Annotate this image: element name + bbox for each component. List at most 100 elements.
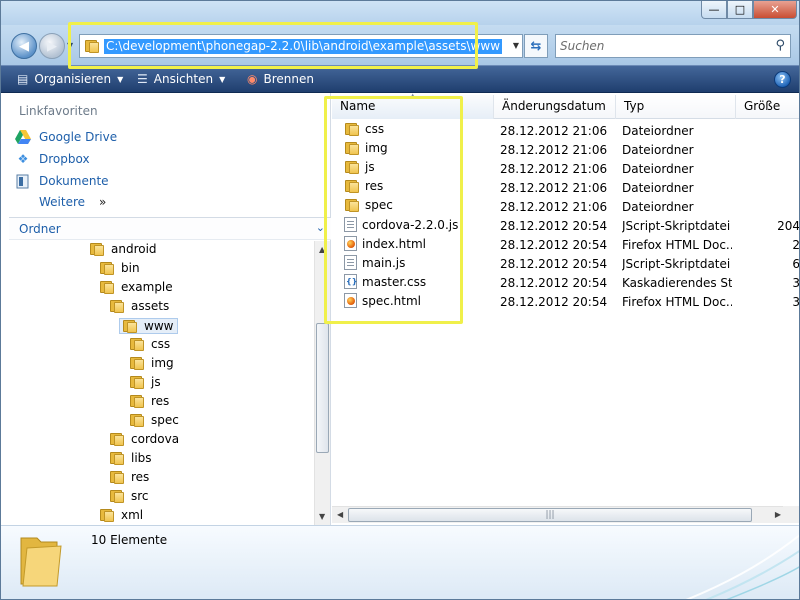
file-date: 28.12.2012 21:06 — [500, 181, 608, 195]
favorite-label: Dokumente — [39, 174, 109, 188]
folders-header[interactable]: Ordner ⌄ — [9, 217, 331, 240]
file-row[interactable]: js 28.12.2012 21:06 Dateiordner — [332, 159, 799, 178]
tree-folder-www[interactable]: www — [119, 318, 179, 334]
search-input[interactable]: Suchen ⚲ — [555, 34, 791, 58]
scroll-up-icon[interactable]: ▲ — [319, 245, 325, 254]
recent-pages-dropdown[interactable]: ▼ — [67, 41, 73, 50]
file-row[interactable]: css 28.12.2012 21:06 Dateiordner — [332, 121, 799, 140]
file-name-cell: css — [344, 122, 494, 136]
tree-folder-label: res — [131, 470, 150, 484]
tree-folder-src[interactable]: src — [109, 489, 149, 503]
tree-folder-img[interactable]: img — [129, 356, 174, 370]
tree-folder-example[interactable]: example — [99, 280, 173, 294]
list-scroll-thumb[interactable]: ||| — [348, 508, 752, 522]
maximize-button[interactable]: □ — [727, 1, 753, 19]
tree-folder-bin[interactable]: bin — [99, 261, 140, 275]
refresh-button[interactable]: ⇆ — [524, 34, 548, 58]
column-size-label: Größe — [744, 99, 781, 113]
tree-folder-label: css — [151, 337, 171, 351]
js-file-icon — [344, 217, 357, 232]
file-name-cell: res — [344, 179, 494, 193]
title-bar: — □ ✕ — [1, 1, 799, 25]
tree-folder-res[interactable]: res — [109, 470, 149, 484]
search-icon[interactable]: ⚲ — [775, 38, 785, 53]
grip-icon: ||| — [545, 510, 555, 520]
file-date: 28.12.2012 20:54 — [500, 219, 608, 233]
file-type: JScript-Skriptdatei — [622, 219, 731, 233]
address-dropdown-icon[interactable]: ▼ — [513, 41, 519, 50]
file-name-cell: main.js — [344, 255, 494, 270]
file-row[interactable]: img 28.12.2012 21:06 Dateiordner — [332, 140, 799, 159]
folder-icon — [109, 432, 125, 446]
tree-folder-js[interactable]: js — [129, 375, 161, 389]
tree-scrollbar[interactable]: ▲ ▼ — [314, 241, 330, 525]
scroll-down-icon[interactable]: ▼ — [319, 512, 325, 521]
dropbox-icon: ❖ — [17, 152, 29, 166]
back-button[interactable]: ◀ — [11, 33, 37, 59]
list-horizontal-scrollbar[interactable]: ◀ ||| ▶ — [332, 506, 786, 523]
tree-folder-label: xml — [121, 508, 144, 522]
folder-icon — [344, 122, 360, 136]
close-button[interactable]: ✕ — [753, 1, 797, 19]
file-row[interactable]: spec 28.12.2012 21:06 Dateiordner — [332, 197, 799, 216]
tree-folder-xml[interactable]: xml — [99, 508, 143, 522]
address-path[interactable]: C:\development\phonegap-2.2.0\lib\androi… — [104, 39, 503, 54]
file-date: 28.12.2012 20:54 — [500, 276, 608, 290]
help-button[interactable]: ? — [774, 71, 791, 88]
file-row[interactable]: index.html 28.12.2012 20:54 Firefox HTML D… — [332, 235, 800, 254]
tree-folder-res[interactable]: res — [129, 394, 169, 408]
tree-scroll-thumb[interactable] — [316, 323, 329, 453]
command-bar: ▤ Organisieren ▼ ☰ Ansichten ▼ ◉ Brennen… — [1, 65, 799, 93]
file-name: index.html — [362, 236, 426, 251]
column-name-header[interactable]: Name ▲ — [332, 93, 494, 119]
close-icon: ✕ — [770, 3, 780, 16]
file-row[interactable]: spec.html 28.12.2012 20:54 Firefox HTML Do… — [332, 292, 800, 311]
file-row[interactable]: res 28.12.2012 21:06 Dateiordner — [332, 178, 799, 197]
file-size: 204 — [777, 219, 800, 233]
forward-button[interactable]: ▶ — [39, 33, 65, 59]
file-date: 28.12.2012 21:06 — [500, 124, 608, 138]
file-date: 28.12.2012 20:54 — [500, 238, 608, 252]
favorite-documents[interactable]: Dokumente — [15, 173, 109, 189]
organize-label: Organisieren — [34, 72, 112, 86]
tree-folder-libs[interactable]: libs — [109, 451, 152, 465]
file-row[interactable]: main.js 28.12.2012 20:54 JScript-Skriptdat… — [332, 254, 800, 273]
tree-folder-css[interactable]: css — [129, 337, 170, 351]
file-type: Dateiordner — [622, 200, 694, 214]
column-type-header[interactable]: Typ — [616, 95, 736, 119]
views-button[interactable]: ☰ Ansichten ▼ — [137, 72, 225, 86]
scroll-left-icon[interactable]: ◀ — [337, 510, 343, 519]
folders-heading: Ordner — [19, 222, 61, 236]
scroll-right-icon[interactable]: ▶ — [775, 510, 781, 519]
burn-button[interactable]: ◉ Brennen — [247, 72, 314, 86]
file-date: 28.12.2012 21:06 — [500, 200, 608, 214]
favorite-google-drive[interactable]: Google Drive — [15, 129, 117, 145]
file-size: 3 — [792, 295, 800, 309]
tree-folder-spec[interactable]: spec — [129, 413, 179, 427]
file-name-cell: img — [344, 141, 494, 155]
file-name-cell: spec.html — [344, 293, 494, 308]
address-bar[interactable]: C:\development\phonegap-2.2.0\lib\androi… — [79, 34, 523, 58]
file-row[interactable]: cordova-2.2.0.js 28.12.2012 20:54 JScript-… — [332, 216, 800, 235]
minimize-button[interactable]: — — [701, 1, 727, 19]
file-row[interactable]: master.css 28.12.2012 20:54 Kaskadierendes… — [332, 273, 799, 292]
folder-icon — [109, 451, 125, 465]
column-size-header[interactable]: Größe — [736, 95, 799, 119]
file-name-cell: cordova-2.2.0.js — [344, 217, 494, 232]
organize-button[interactable]: ▤ Organisieren ▼ — [17, 72, 123, 86]
tree-folder-android[interactable]: android — [89, 242, 157, 256]
file-size: 6 — [792, 257, 800, 271]
folder-icon — [99, 261, 115, 275]
caption-buttons: — □ ✕ — [701, 1, 797, 19]
chevron-down-icon: ⌄ — [315, 221, 325, 234]
file-size: 2 — [792, 238, 800, 252]
folder-icon — [129, 337, 145, 351]
favorite-dropbox[interactable]: ❖ Dropbox — [15, 151, 90, 167]
chevron-down-icon: ▼ — [117, 74, 124, 84]
file-date: 28.12.2012 20:54 — [500, 257, 608, 271]
column-date-header[interactable]: Änderungsdatum — [494, 95, 616, 119]
file-name-cell: spec — [344, 198, 494, 212]
tree-folder-cordova[interactable]: cordova — [109, 432, 179, 446]
tree-folder-assets[interactable]: assets — [109, 299, 169, 313]
favorites-more-link[interactable]: Weitere » — [39, 195, 106, 209]
